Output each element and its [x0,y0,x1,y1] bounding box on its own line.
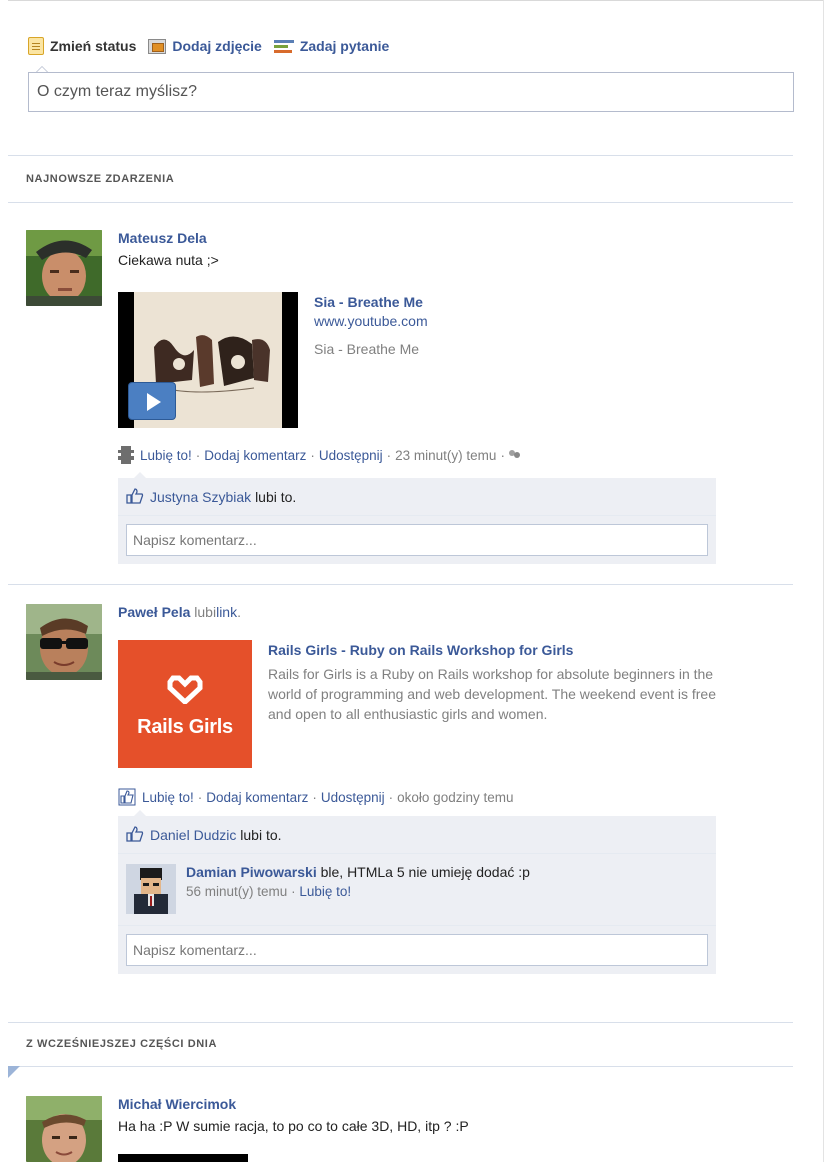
tab-status-label: Zmień status [50,38,137,54]
avatar[interactable] [26,1096,102,1162]
story-actions: Lubię to! · Dodaj komentarz · Udostępnij… [118,446,521,464]
story-actions: Lubię to! · Dodaj komentarz · Udostępnij… [118,788,513,806]
story-verb: lubi [194,604,217,620]
story-object-link[interactable]: link [216,604,237,620]
feed-story: Michał Wiercimok Ha ha :P W sumie racja,… [26,1096,794,1162]
divider [8,1022,793,1023]
shared-video: Sia - Breathe Me www.youtube.com Sia - B… [118,292,768,430]
avatar[interactable] [26,604,102,680]
divider [8,155,793,156]
comment-link[interactable]: Dodaj komentarz [204,448,306,463]
comment-link[interactable]: Dodaj komentarz [206,790,308,805]
comment-input[interactable] [126,524,708,556]
comments-box: Justyna Szybiak lubi to. [118,472,716,564]
likes-text: lubi to. [255,489,297,505]
section-title-recent: NAJNOWSZE ZDARZENIA [26,173,175,185]
attachment-description: Rails for Girls is a Ruby on Rails works… [268,666,716,722]
tab-photo-label: Dodaj zdjęcie [172,38,262,54]
thumbs-up-icon [126,826,144,842]
friends-privacy-icon[interactable] [508,450,521,460]
section-title-earlier: Z WCZEŚNIEJSZEJ CZĘŚCI DNIA [26,1038,217,1050]
tab-question[interactable]: Zadaj pytanie [273,38,390,54]
attachment-description: Sia - Breathe Me [314,341,420,357]
likes-text: lubi to. [240,827,282,843]
divider [8,584,793,585]
status-input[interactable] [28,72,794,112]
link-thumbnail[interactable]: Rails Girls [118,640,252,768]
comment-input[interactable] [126,934,708,966]
thumbnail-label: Rails Girls [137,716,233,738]
liker-name[interactable]: Daniel Dudzic [150,827,236,843]
like-link[interactable]: Lubię to! [142,790,194,805]
story-actor[interactable]: Paweł Pela [118,604,190,620]
like-link[interactable]: Lubię to! [140,448,192,463]
question-icon [273,39,294,54]
play-icon [147,393,161,411]
comment-text: ble, HTMLa 5 nie umieję dodać :p [320,864,530,880]
comment-like-link[interactable]: Lubię to! [299,884,351,899]
attachment-caption[interactable]: www.youtube.com [314,313,754,329]
comment-author[interactable]: Damian Piwowarski [186,864,317,880]
comment-time[interactable]: 56 minut(y) temu [186,884,287,899]
tab-question-label: Zadaj pytanie [299,38,390,54]
thumbs-up-icon [126,488,144,504]
story-timestamp[interactable]: około godziny temu [397,790,513,805]
like-thumb-icon [118,788,136,806]
story-message: Ha ha :P W sumie racja, to po co to całe… [118,1118,469,1134]
share-link[interactable]: Udostępnij [321,790,385,805]
attachment-title[interactable]: Sia - Breathe Me [314,294,754,310]
story-actor[interactable]: Mateusz Dela [118,230,207,246]
avatar[interactable] [26,230,102,306]
status-icon [28,37,44,55]
tab-status[interactable]: Zmień status [28,37,136,55]
story-message: Ciekawa nuta ;> [118,252,219,268]
divider [8,1066,793,1067]
likes-row: Justyna Szybiak lubi to. [118,478,716,516]
share-link[interactable]: Udostępnij [319,448,383,463]
corner-marker [8,1066,20,1078]
comment-row: Damian Piwowarski ble, HTMLa 5 nie umiej… [118,854,716,926]
composer-tabs: Zmień status Dodaj zdjęcie Zadaj pytanie [28,34,794,58]
likes-row: Daniel Dudzic lubi to. [118,816,716,854]
story-timestamp[interactable]: 23 minut(y) temu [395,448,496,463]
divider [8,202,793,203]
attachment-thumbnail-partial[interactable] [118,1154,248,1162]
attachment-title[interactable]: Rails Girls - Ruby on Rails Workshop for… [268,642,740,658]
liker-name[interactable]: Justyna Szybiak [150,489,251,505]
film-icon [118,446,134,464]
top-border [8,0,824,1]
story-actor[interactable]: Michał Wiercimok [118,1096,236,1112]
comments-box: Daniel Dudzic lubi to. Damian Piwowarski… [118,810,716,974]
play-button[interactable] [128,382,176,420]
commenter-avatar[interactable] [126,864,176,914]
heart-icon [167,675,203,704]
feed-story: Mateusz Dela Ciekawa nuta ;> Sia - Breat… [26,230,794,578]
status-composer: Zmień status Dodaj zdjęcie Zadaj pytanie [28,34,794,112]
photo-icon [148,38,167,54]
shared-link: Rails Girls Rails Girls - Ruby on Rails … [118,640,768,770]
feed-story: Paweł Pela lubilink. Rails Girls Rails G… [26,604,794,984]
tab-photo[interactable]: Dodaj zdjęcie [148,38,262,54]
video-thumbnail[interactable] [118,292,298,428]
